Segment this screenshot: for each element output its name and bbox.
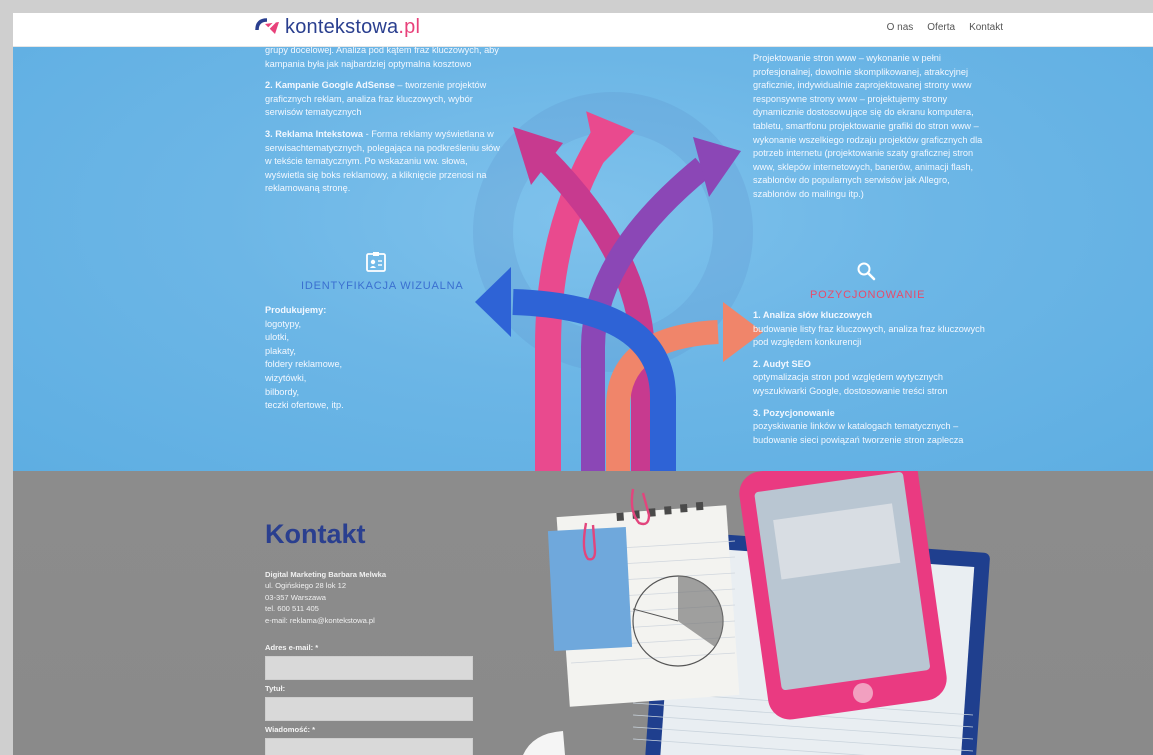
message-label: Wiadomość: *	[265, 725, 316, 734]
page: kontekstowa.pl O nas Oferta Kontakt grup…	[13, 13, 1153, 755]
list-item: logotypy,	[265, 318, 302, 329]
offer-section: grupy docelowej. Analiza pod kątem fraz …	[13, 47, 1153, 471]
list-item: ulotki,	[265, 332, 290, 343]
email-address: e-mail: reklama@kontekstowa.pl	[265, 615, 375, 625]
list-item: bilbordy,	[265, 386, 300, 397]
top-bar: kontekstowa.pl O nas Oferta Kontakt	[13, 13, 1153, 47]
main-nav: O nas Oferta Kontakt	[887, 22, 1003, 33]
title-label: Tytuł:	[265, 684, 286, 693]
ads-paragraph-3: 3. Reklama Intekstowa - Forma reklamy wy…	[265, 128, 500, 194]
phone-number: tel. 600 511 405	[265, 604, 319, 614]
company-name: Digital Marketing Barbara Melwka	[265, 570, 387, 579]
list-item: wizytówki,	[265, 372, 307, 383]
list-item: foldery reklamowe,	[265, 359, 343, 370]
contact-title: Kontakt	[265, 519, 366, 549]
list-item: 3. Pozycjonowanie pozyskiwanie linków w k…	[753, 407, 964, 445]
contact-section: Kontakt Digital Marketing Barbara Melwka…	[13, 471, 1153, 755]
street-address: ul. Ogińskiego 28 lok 12	[265, 581, 347, 591]
nav-item-oferta[interactable]: Oferta	[927, 22, 955, 33]
section-title-identyfikacja: IDENTYFIKACJA WIZUALNA	[301, 280, 464, 292]
ads-description: grupy docelowej. Analiza pod kątem fraz …	[265, 47, 505, 204]
nav-item-o-nas[interactable]: O nas	[887, 22, 914, 33]
identyfikacja-intro: Produkujemy:	[265, 305, 327, 315]
desk-illustration	[523, 471, 990, 755]
list-item: teczki ofertowe, itp.	[265, 400, 344, 411]
pozycjonowanie-list: 1. Analiza słów kluczowych budowanie list…	[753, 309, 993, 455]
message-field[interactable]	[265, 738, 473, 755]
email-field[interactable]	[265, 656, 473, 680]
logo[interactable]: kontekstowa.pl	[253, 13, 420, 41]
logo-icon	[255, 18, 279, 34]
nav-item-kontakt[interactable]: Kontakt	[969, 22, 1003, 33]
list-item: plakaty,	[265, 345, 296, 356]
email-label: Adres e-mail: *	[265, 643, 319, 652]
list-item: 1. Analiza słów kluczowych budowanie list…	[753, 310, 985, 348]
id-card-icon	[366, 252, 386, 272]
ads-paragraph-2: 2. Kampanie Google AdSense – tworzenie p…	[265, 80, 487, 118]
contact-info: Digital Marketing Barbara Melwka ul. Ogi…	[265, 569, 386, 626]
ads-paragraph-1: grupy docelowej. Analiza pod kątem fraz …	[265, 47, 499, 69]
city-address: 03-357 Warszawa	[265, 592, 326, 602]
logo-text: kontekstowa.pl	[285, 15, 421, 38]
search-icon	[857, 262, 876, 281]
identyfikacja-list: Produkujemy: logotypy, ulotki, plakaty, …	[265, 304, 465, 413]
browser-frame: kontekstowa.pl O nas Oferta Kontakt grup…	[0, 0, 1153, 755]
section-title-pozycjonowanie: POZYCJONOWANIE	[810, 289, 926, 301]
title-field[interactable]	[265, 697, 473, 721]
web-design-description: Projektowanie stron www – wykonanie w pe…	[753, 53, 983, 199]
list-item: 2. Audyt SEO optymalizacja stron pod wzgl…	[753, 358, 948, 396]
